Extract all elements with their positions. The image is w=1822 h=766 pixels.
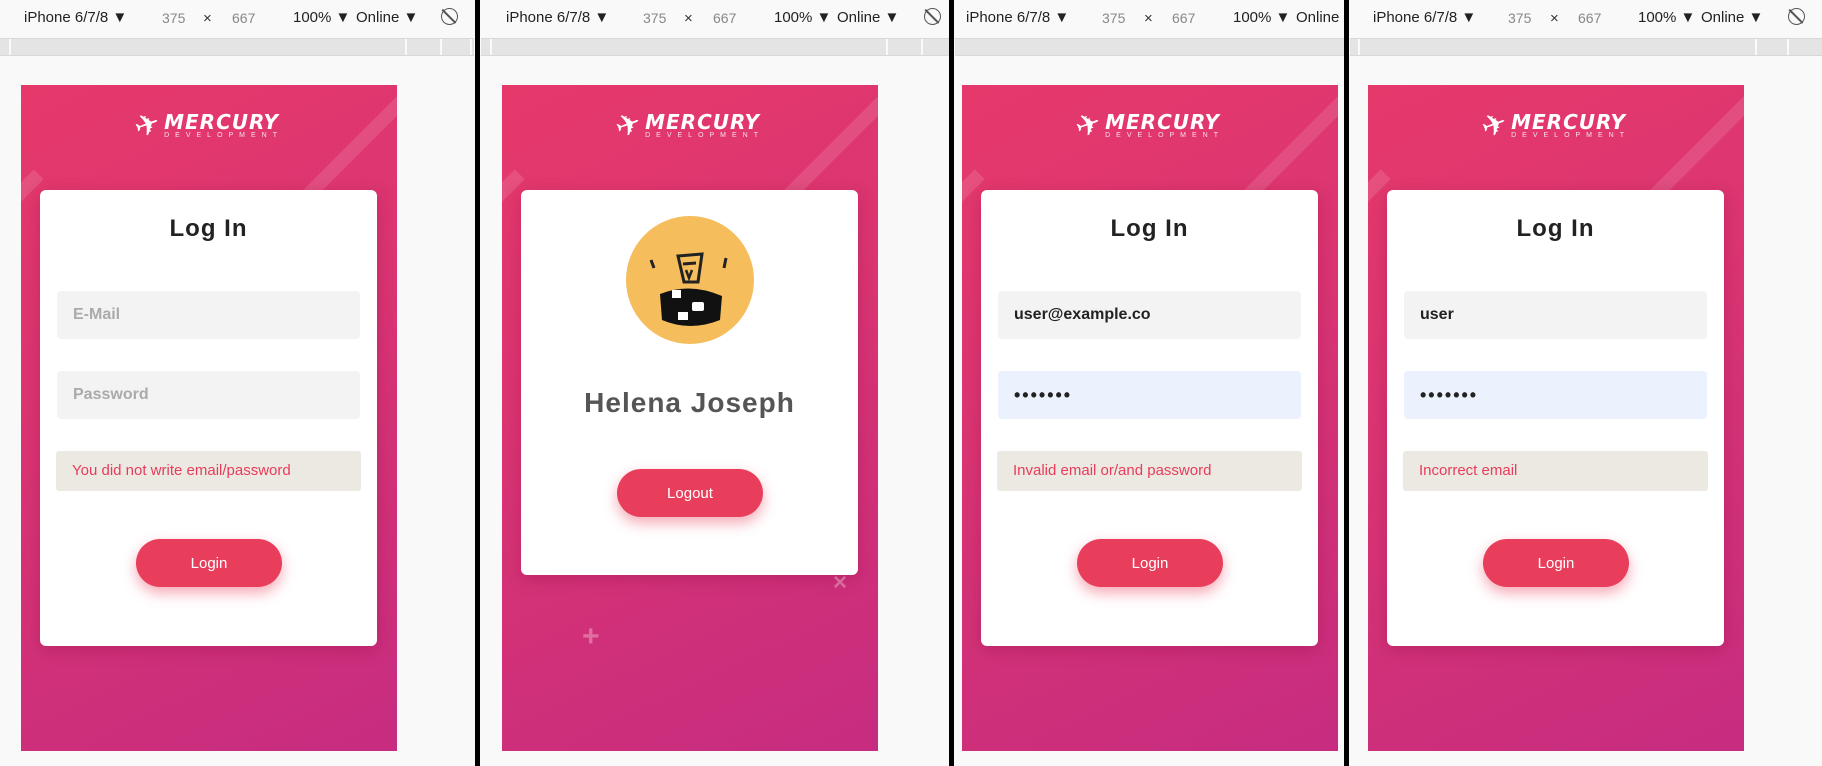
device-panel-4: iPhone 6/7/8 ▼ 375 × 667 100% ▼ Online ▼… [1350, 0, 1822, 766]
password-field[interactable] [998, 371, 1301, 419]
email-field[interactable] [998, 291, 1301, 339]
width-input[interactable]: 375 [1102, 10, 1125, 26]
panel-divider [475, 0, 480, 766]
logout-button[interactable]: Logout [617, 469, 763, 517]
mercury-logo-icon: ✈ [1070, 105, 1106, 146]
device-select[interactable]: iPhone 6/7/8 ▼ [1373, 9, 1476, 26]
logo-sub-text: DEVELOPMENT [164, 132, 284, 139]
rotate-icon[interactable] [924, 8, 941, 25]
login-button[interactable]: Login [136, 539, 282, 587]
device-toolbar: iPhone 6/7/8 ▼ 375 × 667 100% ▼ Online ▼ [481, 0, 949, 36]
media-query-ruler [0, 38, 474, 56]
panel-divider [1344, 0, 1349, 766]
password-field[interactable] [1404, 371, 1707, 419]
rotate-icon[interactable] [1788, 8, 1805, 25]
email-field[interactable] [1404, 291, 1707, 339]
network-select[interactable]: Online ▼ [1701, 9, 1763, 26]
logo-main-text: MERCURY [645, 110, 761, 134]
cross-decoration-icon: × [833, 569, 848, 596]
network-select[interactable]: Online ▼ [356, 9, 418, 26]
media-query-ruler [955, 38, 1344, 56]
zoom-select[interactable]: 100% ▼ [293, 9, 350, 26]
width-input[interactable]: 375 [1508, 10, 1531, 26]
login-card: Log In You did not write email/password … [40, 190, 377, 646]
device-select[interactable]: iPhone 6/7/8 ▼ [24, 9, 127, 26]
height-input[interactable]: 667 [232, 10, 255, 26]
page-title: Log In [1110, 215, 1189, 242]
password-field[interactable] [57, 371, 360, 419]
media-query-ruler [1350, 38, 1822, 56]
mercury-logo: ✈ MERCURY DEVELOPMENT [21, 106, 397, 146]
device-toolbar: iPhone 6/7/8 ▼ 375 × 667 100% ▼ Online ▼ [1350, 0, 1822, 36]
page-title: Log In [169, 215, 248, 242]
zoom-select[interactable]: 100% ▼ [1638, 9, 1695, 26]
logo-sub-text: DEVELOPMENT [1105, 132, 1225, 139]
email-field[interactable] [57, 291, 360, 339]
mercury-logo-icon: ✈ [610, 105, 646, 146]
page-title: Log In [1516, 215, 1595, 242]
times-sign: × [203, 10, 212, 27]
profile-card: Helena Joseph Logout [521, 190, 858, 575]
device-toolbar: iPhone 6/7/8 ▼ 375 × 667 100% ▼ Online ▼ [0, 0, 474, 36]
phone-viewport: ✈ MERCURY DEVELOPMENT Log In Incorrect e… [1368, 85, 1744, 751]
error-message: Incorrect email [1403, 451, 1708, 491]
height-input[interactable]: 667 [713, 10, 736, 26]
media-query-ruler [481, 38, 949, 56]
device-toolbar: iPhone 6/7/8 ▼ 375 × 667 100% ▼ Online [955, 0, 1344, 36]
rotate-icon[interactable] [441, 8, 458, 25]
login-button[interactable]: Login [1483, 539, 1629, 587]
times-sign: × [684, 10, 693, 27]
network-select[interactable]: Online ▼ [837, 9, 899, 26]
error-message: You did not write email/password [56, 451, 361, 491]
phone-viewport: ✈ MERCURY DEVELOPMENT Log In Invalid ema… [962, 85, 1338, 751]
network-select[interactable]: Online [1296, 9, 1339, 26]
mercury-logo: ✈ MERCURY DEVELOPMENT [962, 106, 1338, 146]
panel-divider [949, 0, 954, 766]
logo-main-text: MERCURY [1105, 110, 1221, 134]
phone-viewport: ✈ MERCURY DEVELOPMENT Log In You did not… [21, 85, 397, 751]
logo-main-text: MERCURY [1511, 110, 1627, 134]
error-message: Invalid email or/and password [997, 451, 1302, 491]
mercury-logo-icon: ✈ [129, 105, 165, 146]
device-panel-1: iPhone 6/7/8 ▼ 375 × 667 100% ▼ Online ▼… [0, 0, 474, 766]
device-panel-2: iPhone 6/7/8 ▼ 375 × 667 100% ▼ Online ▼… [481, 0, 949, 766]
profile-name: Helena Joseph [584, 387, 795, 418]
mercury-logo: ✈ MERCURY DEVELOPMENT [1368, 106, 1744, 146]
monster-avatar-icon [626, 216, 754, 344]
mercury-logo: ✈ MERCURY DEVELOPMENT [502, 106, 878, 146]
phone-viewport: ✈ MERCURY DEVELOPMENT Helena Joseph Logo… [502, 85, 878, 751]
login-card: Log In Incorrect email Login [1387, 190, 1724, 646]
times-sign: × [1144, 10, 1153, 27]
zoom-select[interactable]: 100% ▼ [1233, 9, 1290, 26]
device-select[interactable]: iPhone 6/7/8 ▼ [506, 9, 609, 26]
plus-decoration-icon: + [582, 620, 600, 653]
login-button[interactable]: Login [1077, 539, 1223, 587]
height-input[interactable]: 667 [1578, 10, 1601, 26]
device-panel-3: iPhone 6/7/8 ▼ 375 × 667 100% ▼ Online ✈… [955, 0, 1344, 766]
logo-main-text: MERCURY [164, 110, 280, 134]
times-sign: × [1550, 10, 1559, 27]
logo-sub-text: DEVELOPMENT [1511, 132, 1631, 139]
width-input[interactable]: 375 [162, 10, 185, 26]
mercury-logo-icon: ✈ [1476, 105, 1512, 146]
height-input[interactable]: 667 [1172, 10, 1195, 26]
width-input[interactable]: 375 [643, 10, 666, 26]
login-card: Log In Invalid email or/and password Log… [981, 190, 1318, 646]
logo-sub-text: DEVELOPMENT [645, 132, 765, 139]
zoom-select[interactable]: 100% ▼ [774, 9, 831, 26]
device-select[interactable]: iPhone 6/7/8 ▼ [966, 9, 1069, 26]
